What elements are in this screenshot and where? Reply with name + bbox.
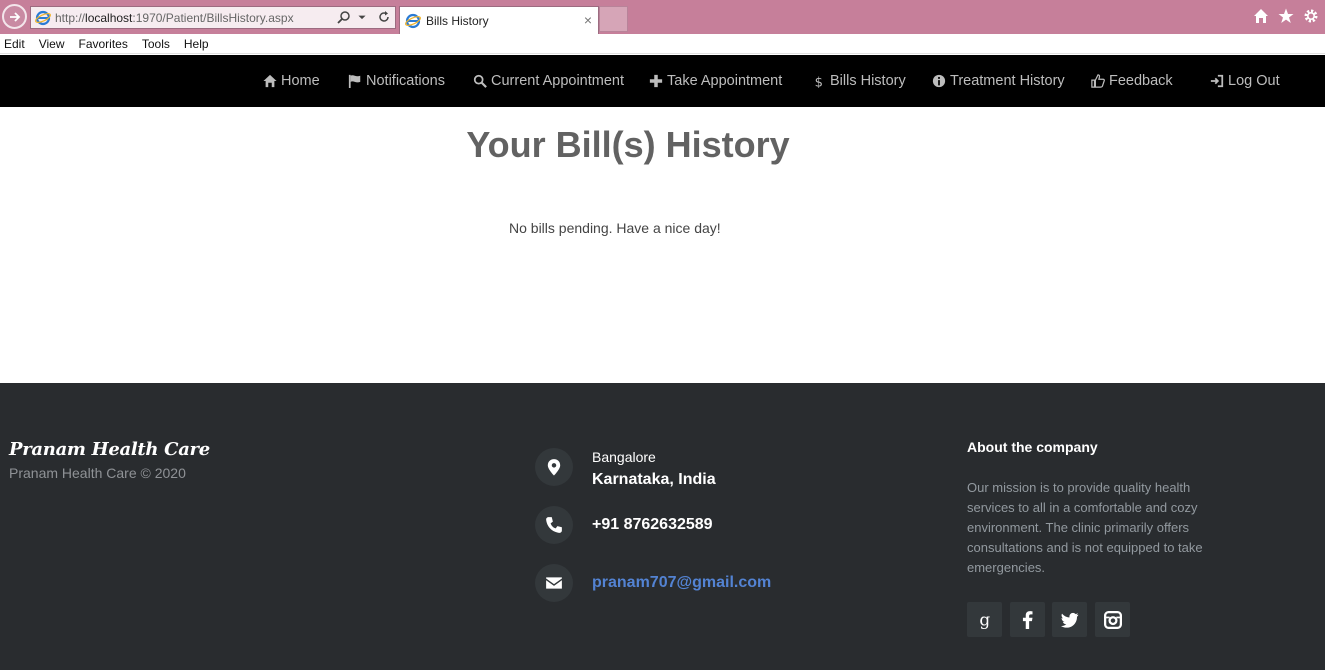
gear-icon[interactable]: [1303, 8, 1319, 24]
url-text: http://localhost:1970/Patient/BillsHisto…: [55, 10, 294, 25]
contact-phone: +91 8762632589: [592, 516, 713, 533]
empty-bills-message: No bills pending. Have a nice day!: [509, 220, 721, 236]
menu-view[interactable]: View: [39, 37, 65, 51]
home-icon: [263, 74, 277, 88]
menu-tools[interactable]: Tools: [142, 37, 170, 51]
arrow-right-icon: [9, 11, 20, 22]
flag-icon: [348, 74, 361, 88]
nav-home[interactable]: Home: [263, 72, 320, 90]
nav-feedback[interactable]: Feedback: [1091, 72, 1173, 90]
tab-title: Bills History: [426, 13, 489, 28]
browser-toolbar: http://localhost:1970/Patient/BillsHisto…: [0, 0, 1325, 34]
footer: Pranam Health Care Pranam Health Care © …: [0, 383, 1325, 670]
about-title: About the company: [967, 439, 1098, 455]
menu-bar: Edit View Favorites Tools Help: [0, 34, 1325, 54]
site-navbar: Home Notifications Current Appointment T…: [0, 55, 1325, 107]
address-bar[interactable]: http://localhost:1970/Patient/BillsHisto…: [30, 6, 396, 29]
nav-take-appointment[interactable]: Take Appointment: [649, 72, 782, 90]
page-title: Your Bill(s) History: [466, 124, 790, 165]
menu-edit[interactable]: Edit: [4, 37, 25, 51]
close-icon[interactable]: ×: [584, 13, 592, 27]
tab-bills-history[interactable]: Bills History ×: [399, 6, 599, 34]
twitter-icon[interactable]: [1052, 602, 1087, 637]
menu-favorites[interactable]: Favorites: [78, 37, 127, 51]
nav-notifications[interactable]: Notifications: [348, 72, 445, 90]
about-text: Our mission is to provide quality health…: [967, 480, 1203, 575]
menu-help[interactable]: Help: [184, 37, 209, 51]
nav-log-out[interactable]: Log Out: [1210, 72, 1280, 90]
svg-text:g: g: [979, 611, 990, 629]
contact-region: Karnataka, India: [592, 471, 716, 488]
nav-treatment-history[interactable]: Treatment History: [932, 72, 1065, 90]
plus-icon: [649, 74, 663, 88]
google-icon[interactable]: g: [967, 602, 1002, 637]
footer-brand-logo: Pranam Health Care: [9, 439, 210, 460]
chevron-down-icon[interactable]: [357, 10, 371, 24]
map-marker-icon: [535, 448, 573, 486]
instagram-icon[interactable]: [1095, 602, 1130, 637]
star-icon[interactable]: [1278, 8, 1294, 24]
new-tab-button[interactable]: [599, 6, 628, 32]
thumbs-up-icon: [1091, 74, 1105, 88]
facebook-icon[interactable]: [1010, 602, 1045, 637]
nav-current-appointment[interactable]: Current Appointment: [473, 72, 624, 90]
log-out-icon: [1210, 74, 1224, 88]
dollar-icon: $: [815, 75, 823, 88]
back-button[interactable]: [2, 4, 27, 29]
refresh-icon[interactable]: [377, 10, 391, 24]
ie-icon: [35, 10, 51, 25]
ie-icon: [405, 13, 421, 28]
svg-text:$: $: [815, 75, 823, 88]
phone-icon: [535, 506, 573, 544]
envelope-icon: [535, 564, 573, 602]
home-icon[interactable]: [1253, 8, 1269, 24]
nav-bills-history[interactable]: $ Bills History: [812, 72, 906, 90]
contact-city: Bangalore: [592, 449, 656, 465]
copyright-text: Pranam Health Care © 2020: [9, 465, 186, 481]
contact-email-link[interactable]: pranam707@gmail.com: [592, 574, 771, 592]
search-icon[interactable]: [337, 10, 351, 24]
search-icon: [473, 74, 487, 88]
info-icon: [932, 74, 946, 88]
